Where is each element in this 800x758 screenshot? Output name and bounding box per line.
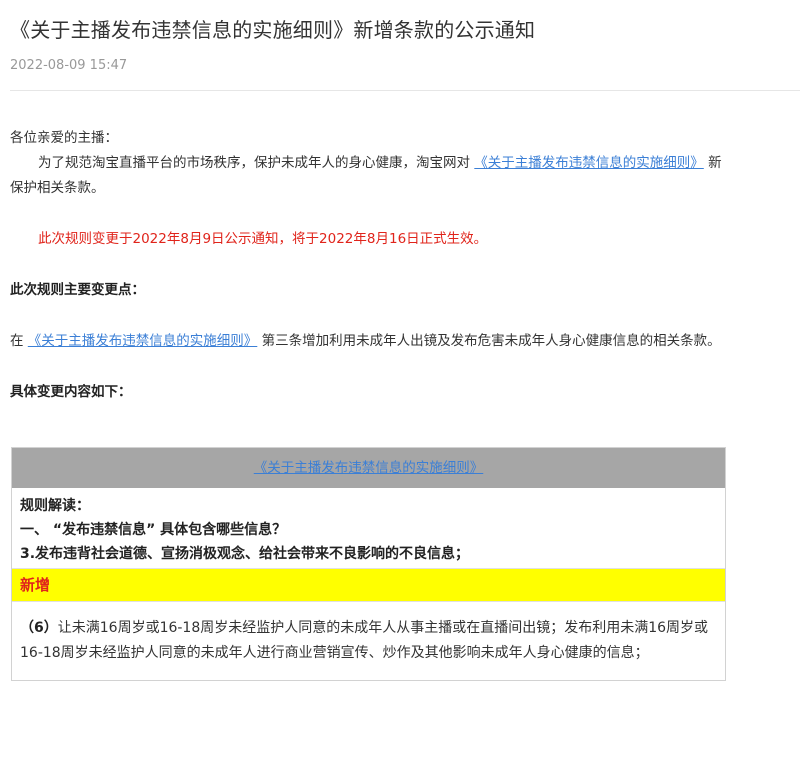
new-clause: （6）让未满16周岁或16-18周岁未经监护人同意的未成年人从事主播或在直播间出… bbox=[12, 602, 725, 680]
intro-line-2: 保护相关条款。 bbox=[10, 180, 105, 196]
publish-date: 2022-08-09 15:47 bbox=[10, 58, 128, 73]
greeting: 各位亲爱的主播： bbox=[10, 130, 118, 146]
change-summary: 在 《关于主播发布违禁信息的实施细则》 第三条增加利用未成年人出镜及发布危害未成… bbox=[10, 329, 721, 349]
intro-text: 为了规范淘宝直播平台的市场秩序，保护未成年人的身心健康，淘宝网对 bbox=[38, 155, 475, 171]
change-text: 在 bbox=[10, 333, 28, 349]
new-label-row: 新增 bbox=[12, 568, 725, 602]
change-text-tail: 第三条增加利用未成年人出镜及发布危害未成年人身心健康信息的相关条款。 bbox=[257, 333, 721, 349]
changes-heading: 此次规则主要变更点： bbox=[10, 282, 145, 298]
page-title: 《关于主播发布违禁信息的实施细则》新增条款的公示通知 bbox=[10, 18, 536, 42]
clause-number: （6） bbox=[20, 620, 58, 636]
details-heading: 具体变更内容如下： bbox=[10, 384, 132, 400]
rules-link-2[interactable]: 《关于主播发布违禁信息的实施细则》 bbox=[28, 333, 258, 349]
table-header: 《关于主播发布违禁信息的实施细则》 bbox=[12, 448, 725, 488]
table-header-link[interactable]: 《关于主播发布违禁信息的实施细则》 bbox=[254, 460, 484, 476]
clause-text: 让未满16周岁或16-18周岁未经监护人同意的未成年人从事主播或在直播间出镜；发… bbox=[20, 620, 709, 661]
intro-paragraph: 为了规范淘宝直播平台的市场秩序，保护未成年人的身心健康，淘宝网对 《关于主播发布… bbox=[38, 151, 722, 171]
rules-table: 《关于主播发布违禁信息的实施细则》 规则解读： 一、 “发布违禁信息” 具体包含… bbox=[11, 447, 726, 681]
effective-notice: 此次规则变更于2022年8月9日公示通知，将于2022年8月16日正式生效。 bbox=[38, 231, 488, 247]
rules-interpretation: 规则解读： 一、 “发布违禁信息” 具体包含哪些信息？ 3.发布违背社会道德、宣… bbox=[12, 488, 725, 568]
section-line: 一、 “发布违禁信息” 具体包含哪些信息？ bbox=[20, 522, 287, 538]
section-line: 3.发布违背社会道德、宣扬消极观念、给社会带来不良影响的不良信息； bbox=[20, 546, 470, 562]
intro-text-tail: 新 bbox=[703, 155, 722, 171]
rules-link[interactable]: 《关于主播发布违禁信息的实施细则》 bbox=[474, 155, 704, 171]
divider bbox=[10, 90, 800, 91]
section-line: 规则解读： bbox=[20, 498, 90, 514]
